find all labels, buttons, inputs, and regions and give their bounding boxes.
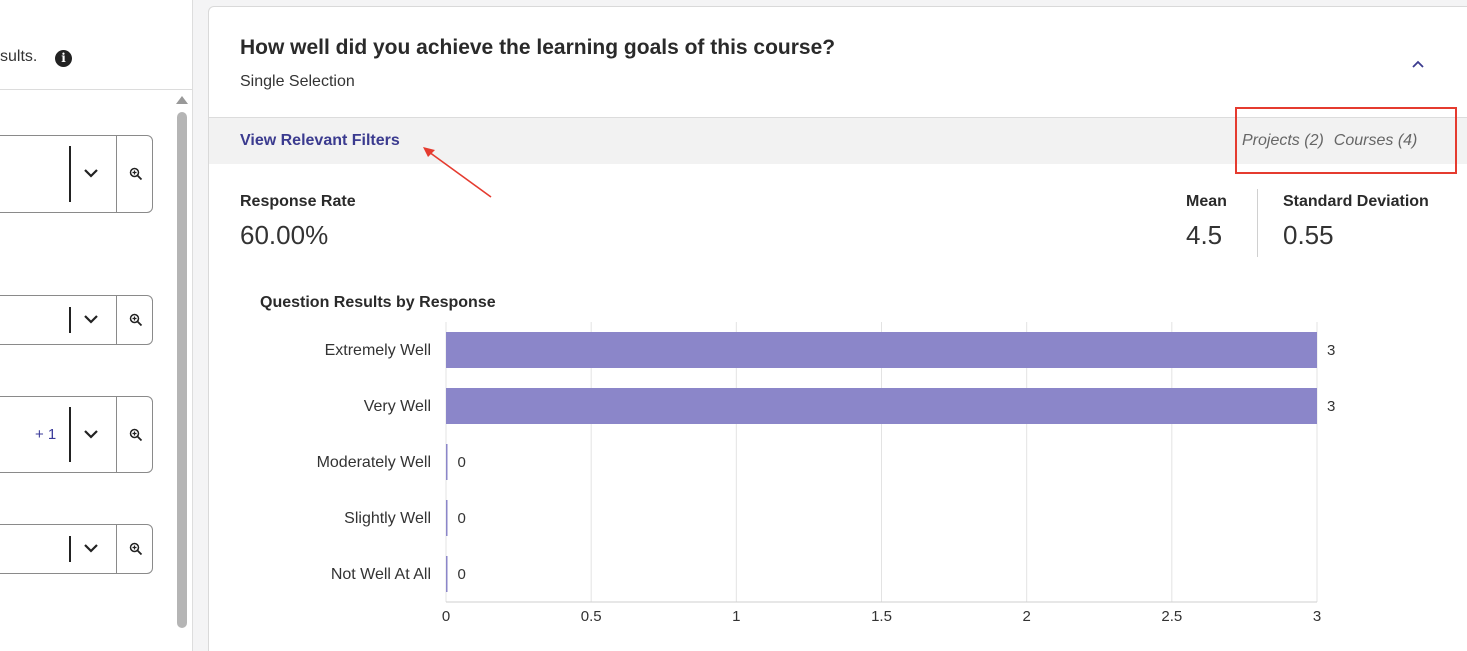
category-label: Not Well At All [331,566,431,583]
bar-value-label: 3 [1327,398,1335,415]
zoom-in-icon [129,428,143,441]
scroll-up-arrow-icon[interactable] [176,96,188,104]
selected-count: + 1 [35,425,57,443]
search-filter-button[interactable] [116,136,154,212]
std-dev-label: Standard Deviation [1283,193,1429,210]
filter-select-4[interactable] [0,524,153,574]
chevron-down-icon[interactable] [83,165,99,181]
bar-value-label: 3 [1327,342,1335,359]
select-divider [69,146,71,202]
filter-select-3[interactable]: + 1 [0,396,153,473]
highlight-box [1235,107,1457,174]
bar [446,556,448,592]
x-tick-label: 2 [1022,608,1030,625]
chevron-down-icon[interactable] [83,540,99,556]
zoom-in-icon [129,313,143,327]
chevron-down-icon[interactable] [83,311,99,327]
category-label: Moderately Well [317,454,431,471]
x-tick-label: 1.5 [871,608,892,625]
results-bar-chart: 0 0.5 1 1.5 2 2.5 3 Extremely Well 3 Very Well 3 Mo… [317,322,1335,625]
response-rate-label: Response Rate [240,193,356,210]
bar-value-label: 0 [458,454,466,471]
x-tick-label: 2.5 [1161,608,1182,625]
x-tick-label: 0.5 [581,608,602,625]
bar-value-label: 0 [458,566,466,583]
search-filter-button[interactable] [116,296,154,344]
chevron-down-icon[interactable] [83,426,99,442]
response-rate-value: 60.00% [240,220,329,250]
info-icon[interactable]: i [55,50,72,67]
stat-divider [1257,189,1258,257]
zoom-in-icon [129,542,143,556]
mean-value: 4.5 [1186,220,1223,250]
results-note: sults. [0,48,38,65]
bar-value-label: 0 [458,510,466,527]
search-filter-button[interactable] [116,397,154,472]
x-tick-label: 3 [1313,608,1321,625]
scroll-thumb[interactable] [177,112,187,628]
category-label: Slightly Well [344,510,431,527]
search-filter-button[interactable] [116,525,154,573]
category-label: Extremely Well [325,342,431,359]
zoom-in-icon [129,167,143,181]
bar [446,444,448,480]
select-divider [69,307,71,333]
mean-label: Mean [1186,193,1227,210]
select-divider [69,407,71,462]
x-tick-label: 0 [442,608,450,625]
filter-select-2[interactable] [0,295,153,345]
filter-select-1[interactable] [0,135,153,213]
x-tick-label: 1 [732,608,740,625]
question-title: How well did you achieve the learning go… [240,36,836,59]
left-panel-header: sults. i [0,0,193,90]
filter-bar: View Relevant Filters Projects (2) Course… [209,107,1467,174]
bar [446,332,1317,368]
question-result-card: How well did you achieve the learning go… [208,6,1467,651]
panel-scrollbar[interactable] [174,96,190,636]
bar [446,388,1317,424]
select-divider [69,536,71,562]
question-type: Single Selection [240,73,355,90]
bar [446,500,448,536]
category-label: Very Well [364,398,431,415]
left-filter-panel: sults. i + 1 [0,0,193,651]
std-dev-value: 0.55 [1283,220,1334,250]
annotation-arrow-icon [423,147,492,198]
view-relevant-filters-link[interactable]: View Relevant Filters [240,132,400,150]
chevron-up-icon[interactable] [1411,59,1425,69]
